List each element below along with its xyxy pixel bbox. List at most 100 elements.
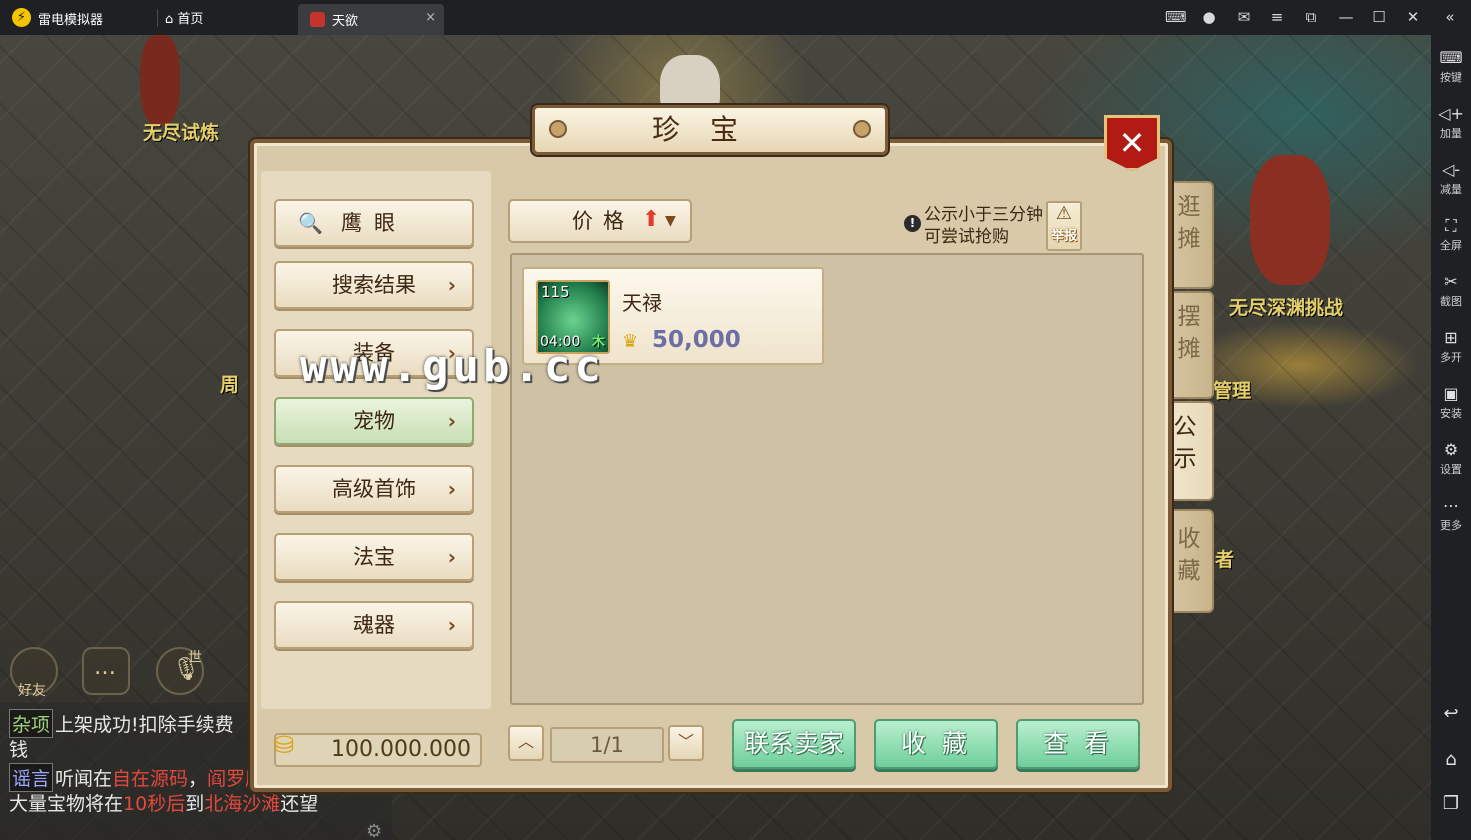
volume-down-icon: ◁- [1441,160,1461,179]
gold-amount: 100.000.000 [331,737,471,762]
game-viewport[interactable]: 无尽试炼 无尽深渊挑战 管理 周 者 好友 … 🎙 世 杂项 上架成功!扣除手续费… [0,35,1431,840]
title-ornament-icon [549,120,567,138]
tab-close-icon[interactable]: × [425,10,436,25]
close-dialog-button[interactable]: ✕ [1104,115,1160,171]
sidebar-item-install[interactable]: ▣ 安装 [1431,385,1471,421]
map-label[interactable]: 者 [1215,545,1234,572]
maximize-icon[interactable]: ☐ [1369,8,1389,26]
chevron-down-icon: ﹀ [677,732,694,751]
game-tab[interactable]: 天欲 × [298,4,444,35]
emulator-titlebar: ⚡ 雷电模拟器 ⌂ 首页 天欲 × ⌨ ● ✉ ≡ ⧉ — ☐ ✕ « [0,0,1471,35]
chat-button[interactable]: … [82,647,130,695]
category-jewelry[interactable]: 高级首饰 › [274,465,474,513]
category-magic-treasure[interactable]: 法宝 › [274,533,474,581]
chat-bubble-icon: … [94,655,116,680]
category-label: 宠物 [353,409,395,433]
page-down-button[interactable]: ﹀ [668,725,704,761]
chat-highlight[interactable]: 自在源码 [112,768,188,790]
map-label[interactable]: 无尽试炼 [143,118,219,145]
chevron-right-icon: › [447,409,456,433]
chat-channel-tag: 谣言 [9,763,54,792]
chat-text: ， [188,768,208,790]
sidebar-item-label: 全屏 [1440,239,1462,252]
npc-figure[interactable] [1250,155,1330,285]
chat-text: 听闻在 [55,768,113,790]
mail-icon[interactable]: ✉ [1234,8,1254,26]
sidebar-item-label: 设置 [1440,463,1462,476]
category-label: 搜索结果 [332,273,416,297]
listing-grid: 115 04:00 木 天禄 ♛ 50,000 [510,253,1144,705]
game-tab-label: 天欲 [332,14,359,29]
apk-icon: ▣ [1443,384,1459,403]
app-name: 雷电模拟器 [38,13,104,28]
restore-window-icon[interactable]: ⧉ [1301,8,1321,26]
report-button[interactable]: ⚠ 举报 [1046,201,1082,251]
sidebar-item-label: 安装 [1440,407,1462,420]
chat-highlight[interactable]: 北海沙滩 [204,793,280,815]
user-avatar-icon[interactable]: ● [1199,8,1219,26]
sidebar-item-label: 减量 [1440,183,1462,196]
sidebar-item-settings[interactable]: ⚙ 设置 [1431,441,1471,477]
volume-up-icon: ◁+ [1438,104,1464,123]
view-button[interactable]: 查 看 [1016,719,1140,769]
chevron-right-icon: › [447,273,456,297]
dialog-title-text: 珍宝 [651,113,768,146]
close-window-icon[interactable]: ✕ [1403,8,1423,26]
category-label: 魂器 [353,613,395,637]
back-icon[interactable]: ↩ [1431,703,1471,724]
gamepad-icon[interactable]: ⌨ [1165,8,1187,26]
sort-by-price-button[interactable]: 价格 ⬆ ▼ [508,199,692,243]
chat-text: 钱 [9,739,29,761]
sidebar-item-fullscreen[interactable]: ⛶ 全屏 [1431,217,1471,253]
side-tab-label: 逛摊 [1177,194,1201,252]
chevron-up-icon: ︿ [517,732,534,751]
menu-icon[interactable]: ≡ [1267,8,1287,26]
recent-apps-icon[interactable]: ❐ [1431,793,1471,814]
chat-settings-gear-icon[interactable]: ⚙ [366,821,382,840]
sidebar-item-screenshot[interactable]: ✂ 截图 [1431,273,1471,309]
minimize-icon[interactable]: — [1336,8,1356,26]
contact-seller-button[interactable]: 联系卖家 [732,719,856,769]
npc-figure[interactable] [140,35,180,125]
chevron-right-icon: › [447,613,456,637]
sidebar-item-volume-up[interactable]: ◁+ 加量 [1431,105,1471,141]
collapse-sidebar-icon[interactable]: « [1440,8,1460,26]
favorite-button[interactable]: 收 藏 [874,719,998,769]
chat-text: 大量宝物将在 [9,793,124,815]
map-label[interactable]: 无尽深渊挑战 [1229,293,1343,320]
notice-text: 公示小于三分钟可尝试抢购 [924,205,1043,247]
home-tab[interactable]: ⌂ 首页 [165,8,203,27]
app-logo-icon: ⚡ [12,8,31,27]
sidebar-item-label: 按键 [1440,71,1462,84]
warning-icon: ⚠ [1055,203,1073,224]
category-label: 鹰眼 [341,211,407,235]
gold-ingot-icon: ♛ [622,331,639,352]
sidebar-item-more[interactable]: ⋯ 更多 [1431,497,1471,533]
sidebar-item-label: 加量 [1440,127,1462,140]
gold-ingot-add-icon[interactable]: ⛁ [274,731,310,765]
map-label[interactable]: 管理 [1213,376,1251,403]
caret-down-icon: ▼ [665,213,676,229]
category-soul-artifact[interactable]: 魂器 › [274,601,474,649]
sidebar-item-multi[interactable]: ⊞ 多开 [1431,329,1471,365]
page-indicator: 1/1 [550,727,664,763]
chat-text: 还望 [280,793,319,815]
item-name: 天禄 [622,291,662,315]
chat-message: 钱 [9,735,28,762]
map-label[interactable]: 周 [220,370,239,397]
chevron-right-icon: › [447,477,456,501]
sort-label: 价格 [572,209,634,233]
sidebar-item-keys[interactable]: ⌨ 按键 [1431,49,1471,85]
home-tab-label: 首页 [177,12,204,27]
arrow-up-icon: ⬆ [642,207,661,232]
side-tab-label: 公示 [1173,414,1197,472]
category-label: 高级首饰 [332,477,416,501]
sidebar-item-volume-down[interactable]: ◁- 减量 [1431,161,1471,197]
category-search-results[interactable]: 搜索结果 › [274,261,474,309]
divider [157,9,158,27]
category-pets[interactable]: 宠物 › [274,397,474,445]
page-up-button[interactable]: ︿ [508,725,544,761]
category-eagle-eye[interactable]: 🔍 鹰眼 [274,199,474,247]
android-home-icon[interactable]: ⌂ [1431,749,1471,770]
fullscreen-icon: ⛶ [1445,216,1457,235]
